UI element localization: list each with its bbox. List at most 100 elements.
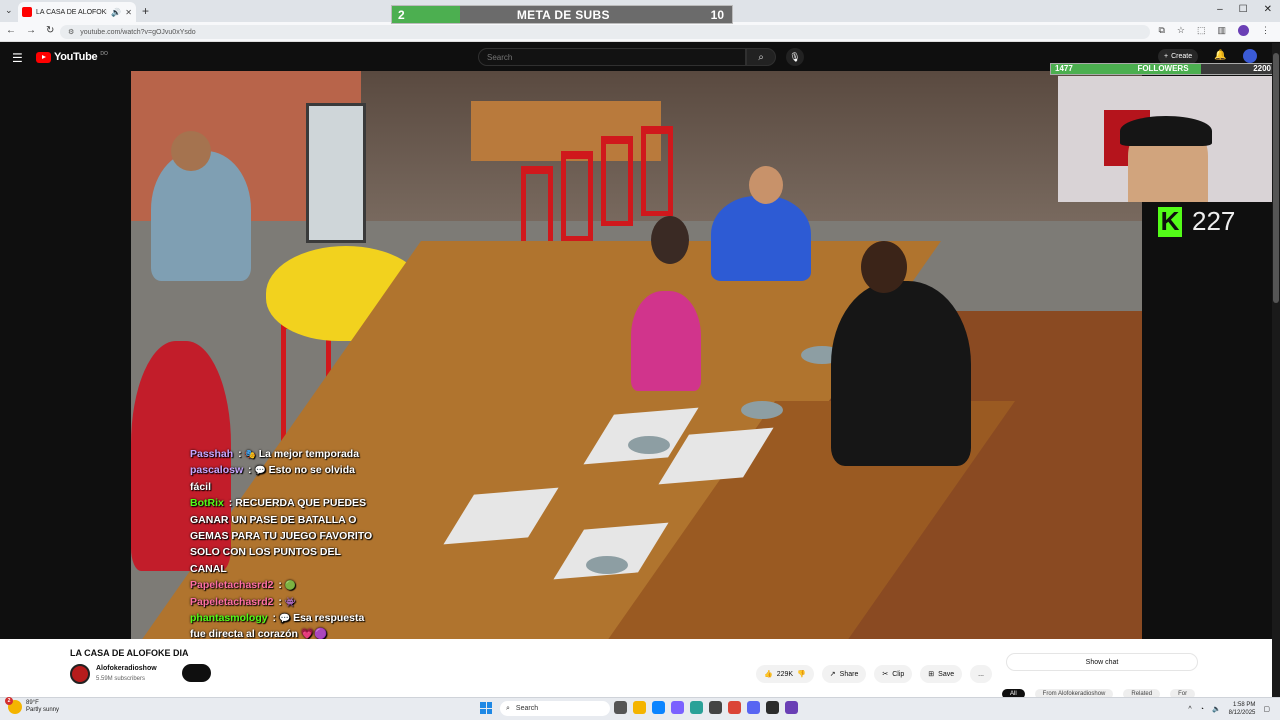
chat-separator: :: [225, 497, 236, 510]
bookmark-star-icon[interactable]: ☆: [1177, 25, 1185, 36]
url-field[interactable]: ⚙ youtube.com/watch?v=gOJvu0xYsdo: [60, 25, 1150, 39]
scrollbar-thumb[interactable]: [1273, 53, 1279, 303]
chat-separator: :: [235, 448, 245, 460]
close-tab-icon[interactable]: ✕: [125, 8, 132, 17]
task-view-icon[interactable]: [614, 701, 627, 714]
screen: ⌄ LA CASA DE ALOFOKE DIA 🔊 ✕ + – ☐ ✕ ← →…: [0, 0, 1280, 720]
scene-person-head: [651, 216, 689, 264]
chat-username: phantasmology: [190, 612, 268, 625]
app-icon[interactable]: [709, 701, 722, 714]
tab-list-chevron-icon[interactable]: ⌄: [5, 5, 13, 16]
page-scrollbar[interactable]: [1272, 43, 1280, 697]
minimize-icon[interactable]: –: [1217, 4, 1223, 15]
weather-temperature: 89°F: [26, 700, 39, 706]
scene-person: [151, 151, 251, 281]
address-bar: ← → ↻ ⚙ youtube.com/watch?v=gOJvu0xYsdo …: [0, 22, 1280, 42]
file-explorer-icon[interactable]: [633, 701, 646, 714]
thumbs-down-icon[interactable]: 👎: [797, 670, 806, 678]
nav-buttons: ← → ↻: [6, 25, 54, 36]
windows-taskbar: 2 89°F Partly sunny ⌕ Search ^ ◔ 🔈 1:58 P…: [0, 697, 1280, 720]
scene-fridge: [306, 103, 366, 243]
cast-icon[interactable]: ⧉: [1158, 25, 1164, 36]
app-icon[interactable]: [785, 701, 798, 714]
share-button[interactable]: ↗ Share: [821, 665, 867, 683]
search-button[interactable]: ⌕: [746, 48, 776, 66]
scene-stool: [641, 126, 673, 216]
scissors-icon: ✂: [882, 671, 889, 678]
subs-goal-current: 2: [398, 7, 405, 22]
chat-separator: :: [269, 612, 279, 625]
save-button[interactable]: ⊞ Save: [920, 665, 963, 683]
chat-message: phantasmology : 💬 Esa respuesta fue dire…: [190, 610, 375, 643]
join-button[interactable]: [182, 664, 211, 682]
clip-button[interactable]: ✂ Clip: [874, 665, 913, 683]
followers-goal-label: FOLLOWERS: [1137, 64, 1189, 73]
url-text: youtube.com/watch?v=gOJvu0xYsdo: [80, 28, 196, 36]
site-info-icon[interactable]: ⚙: [68, 28, 74, 36]
show-chat-button[interactable]: Show chat: [1006, 653, 1198, 671]
like-count: 229K: [776, 670, 794, 678]
clock[interactable]: 1:58 PM 8/12/2025: [1229, 701, 1256, 717]
tray-chevron-icon[interactable]: ^: [1188, 706, 1191, 713]
discord-icon[interactable]: [747, 701, 760, 714]
chat-text: La mejor temporada: [258, 448, 360, 460]
share-label: Share: [839, 670, 859, 678]
store-icon[interactable]: [671, 701, 684, 714]
voice-search-button[interactable]: 🎙: [786, 48, 804, 66]
chat-message: Papeletachasrd2 : 👾: [190, 594, 375, 610]
thumbs-up-icon: 👍: [764, 671, 773, 678]
browser-tab-active[interactable]: LA CASA DE ALOFOKE DIA 🔊 ✕: [18, 2, 136, 22]
menu-icon[interactable]: ☰: [12, 51, 23, 65]
close-window-icon[interactable]: ✕: [1264, 4, 1272, 15]
reload-icon[interactable]: ↻: [46, 25, 54, 36]
browser-menu-icon[interactable]: ⋮: [1261, 25, 1270, 36]
scene-person: [631, 291, 701, 391]
chat-separator: :: [275, 595, 285, 608]
scene-plate: [741, 401, 783, 419]
chat-overlay: Passhah : 🎭 La mejor temporada pascalosw …: [190, 446, 375, 659]
wifi-icon[interactable]: ◔: [1200, 706, 1204, 713]
notifications-bell-icon[interactable]: 🔔: [1214, 50, 1226, 61]
channel-name[interactable]: Alofokeradioshow: [96, 665, 157, 672]
weather-widget[interactable]: 2 89°F Partly sunny: [5, 697, 59, 714]
forward-icon[interactable]: →: [26, 25, 36, 36]
sidebar-icon[interactable]: ▥: [1217, 25, 1226, 36]
profile-avatar-icon[interactable]: [1238, 25, 1249, 36]
obs-icon[interactable]: [766, 701, 779, 714]
more-label: ...: [978, 670, 984, 678]
channel-avatar[interactable]: [70, 664, 90, 684]
taskbar-search[interactable]: ⌕ Search: [500, 701, 610, 716]
search-input[interactable]: [487, 52, 745, 62]
start-button[interactable]: [480, 702, 492, 714]
tab-title: LA CASA DE ALOFOKE DIA: [36, 8, 107, 16]
subscriber-count: 5.59M subscribers: [96, 676, 146, 682]
speaker-icon[interactable]: 🔊: [111, 8, 121, 17]
back-icon[interactable]: ←: [6, 25, 16, 36]
account-avatar[interactable]: [1243, 49, 1257, 63]
clock-time: 1:58 PM: [1233, 702, 1256, 708]
create-label: Create: [1171, 53, 1193, 60]
more-actions-button[interactable]: ...: [970, 665, 992, 683]
chat-emote-icon: 💬: [254, 465, 266, 476]
chat-username: Passhah: [190, 448, 234, 460]
kick-viewer-count: 227: [1192, 206, 1236, 236]
youtube-logo[interactable]: YouTube DO: [36, 51, 108, 63]
notification-center-icon[interactable]: ▢: [1263, 705, 1270, 713]
app-icon[interactable]: [690, 701, 703, 714]
scene-plate: [628, 436, 670, 454]
scene-person-head: [861, 241, 907, 293]
new-tab-button[interactable]: +: [142, 4, 149, 18]
chat-username: pascalosw: [190, 464, 244, 477]
chat-username: BotRix: [190, 497, 224, 510]
scene-person: [831, 281, 971, 466]
clip-label: Clip: [892, 670, 905, 678]
chrome-icon[interactable]: [728, 701, 741, 714]
extensions-icon[interactable]: ⬚: [1197, 25, 1206, 36]
save-playlist-icon: ⊞: [928, 671, 935, 678]
maximize-icon[interactable]: ☐: [1239, 4, 1248, 15]
volume-icon[interactable]: 🔈: [1212, 705, 1221, 713]
edge-icon[interactable]: [652, 701, 665, 714]
system-tray: ^ ◔ 🔈 1:58 PM 8/12/2025 ▢: [1188, 701, 1270, 717]
like-button[interactable]: 👍 229K 👎: [756, 665, 814, 683]
create-button[interactable]: + Create: [1158, 49, 1199, 64]
